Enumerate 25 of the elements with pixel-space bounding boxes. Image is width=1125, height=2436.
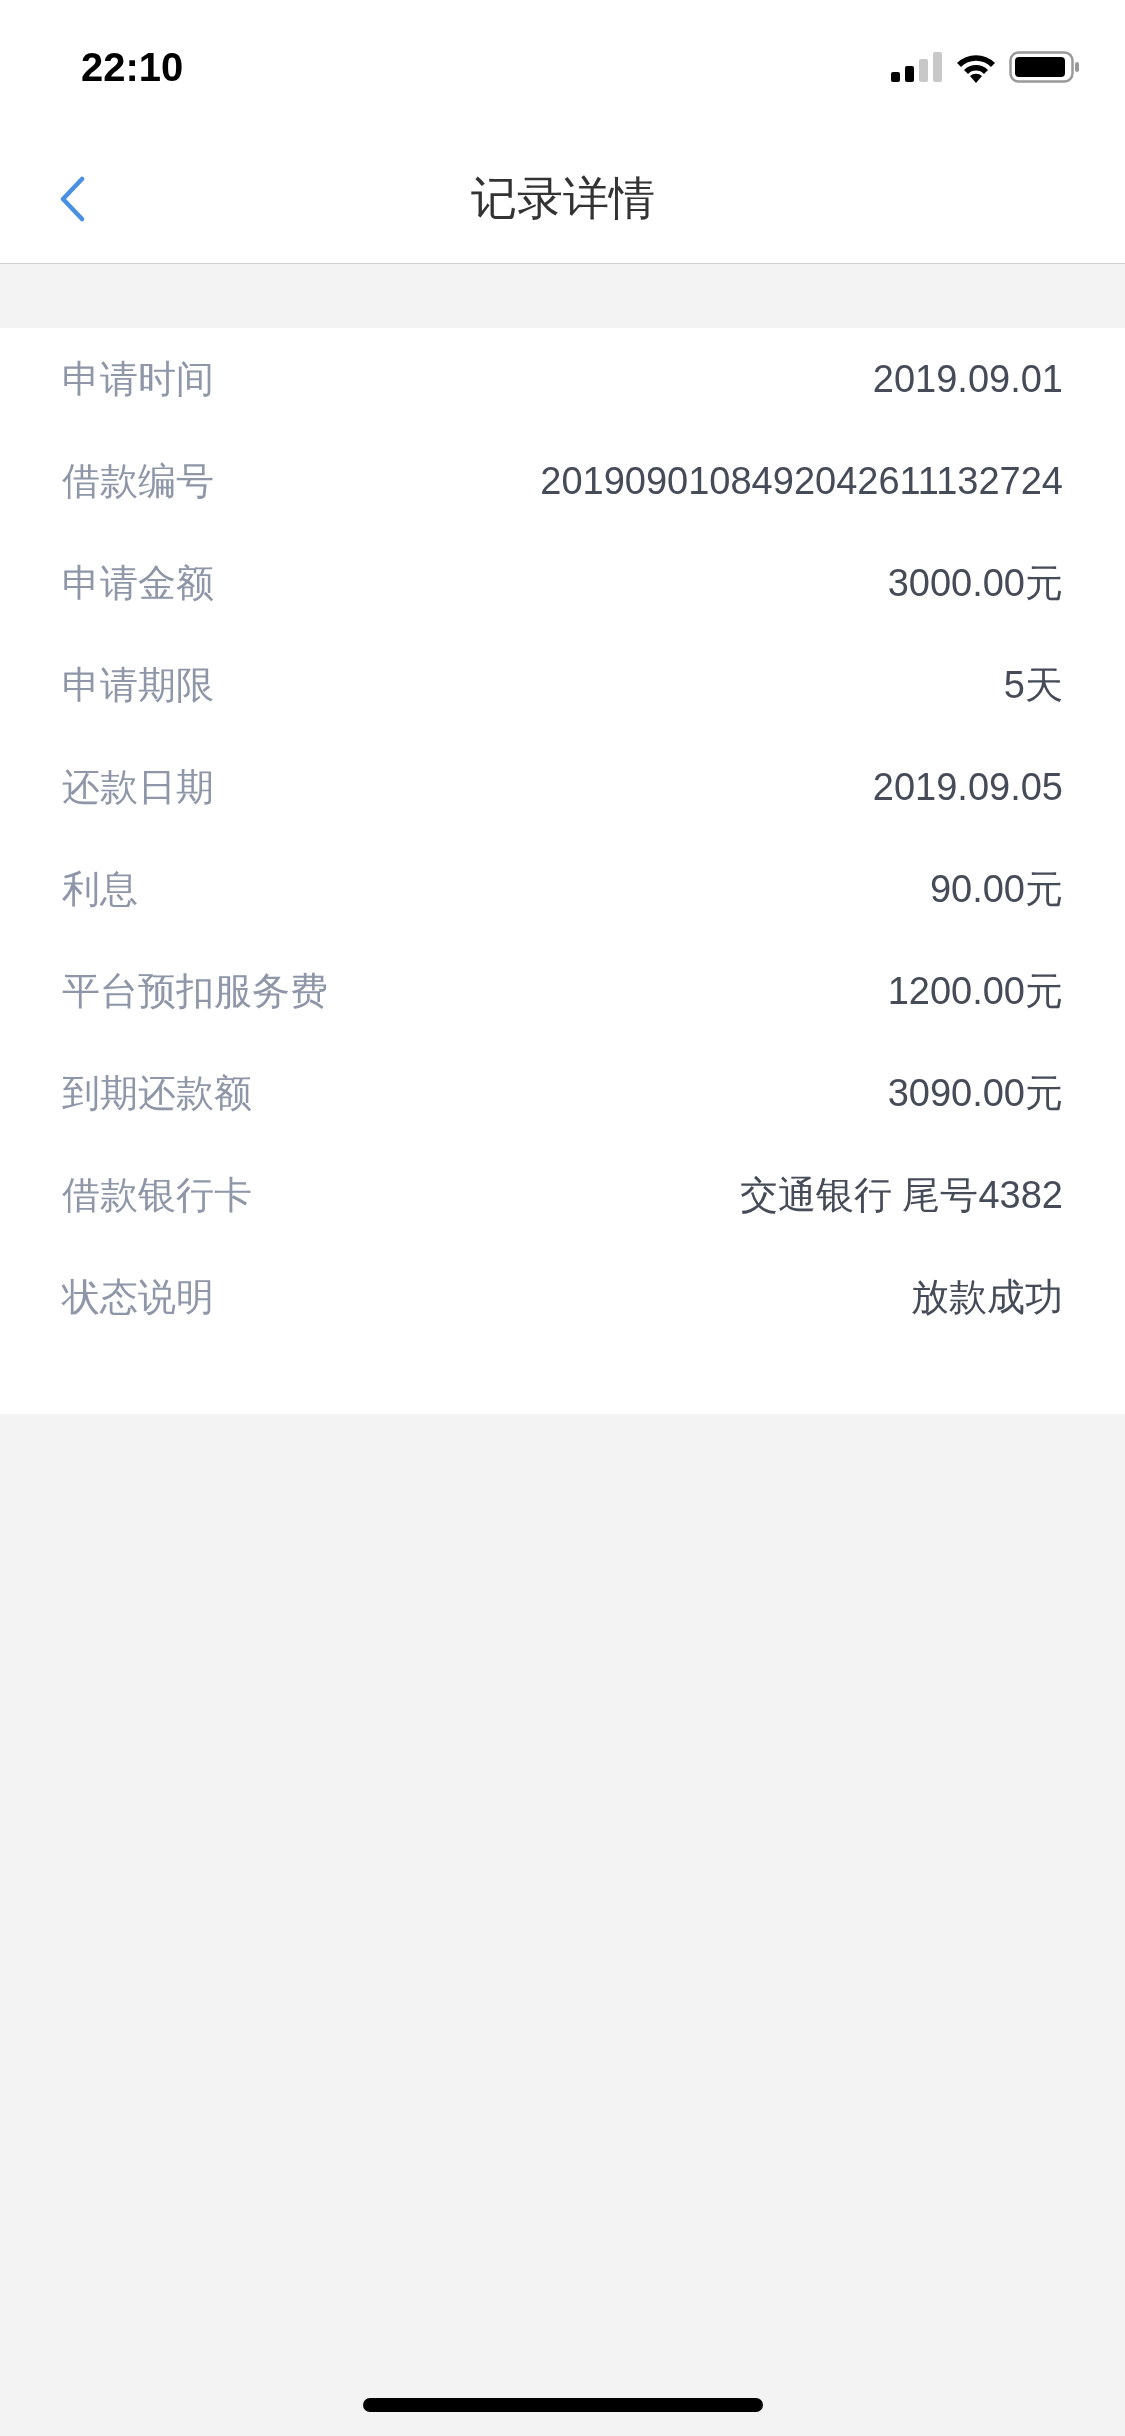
detail-value: 交通银行 尾号4382	[739, 1172, 1063, 1218]
detail-label: 还款日期	[62, 764, 214, 810]
battery-icon	[1009, 51, 1081, 83]
detail-value: 2019.09.05	[872, 764, 1063, 810]
detail-value: 3090.00元	[887, 1070, 1063, 1116]
detail-value: 放款成功	[911, 1274, 1063, 1320]
detail-value: 3000.00元	[887, 560, 1063, 606]
detail-label: 平台预扣服务费	[62, 968, 328, 1014]
detail-value: 1200.00元	[887, 968, 1063, 1014]
detail-label: 借款银行卡	[62, 1172, 252, 1218]
detail-label: 利息	[62, 866, 138, 912]
detail-label: 申请期限	[62, 662, 214, 708]
detail-label: 到期还款额	[62, 1070, 252, 1116]
detail-value: 2019.09.01	[872, 356, 1063, 402]
status-time: 22:10	[81, 44, 184, 91]
back-chevron-icon	[59, 176, 85, 222]
detail-label: 申请时间	[62, 356, 214, 402]
detail-label: 状态说明	[62, 1274, 214, 1320]
page-title: 记录详情	[470, 171, 655, 226]
detail-label: 申请金额	[62, 560, 214, 606]
detail-value: 5天	[1003, 662, 1063, 708]
detail-value: 2019090108492042611132724	[540, 458, 1063, 504]
signal-icon	[891, 52, 943, 82]
detail-label: 借款编号	[62, 458, 214, 504]
detail-value: 90.00元	[929, 866, 1063, 912]
